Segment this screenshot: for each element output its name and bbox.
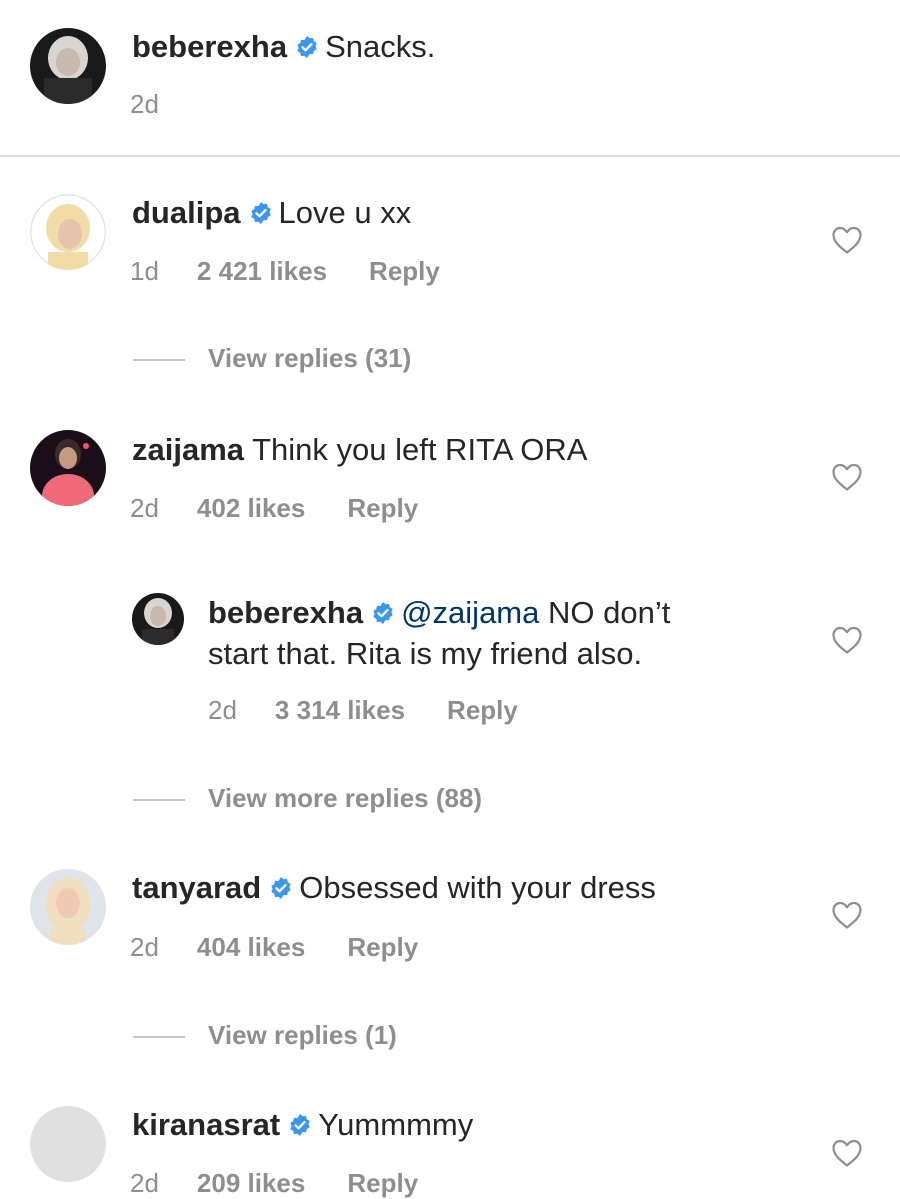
- username[interactable]: kiranasrat: [132, 1107, 280, 1142]
- timestamp: 2d: [130, 493, 159, 523]
- comment-text: Love u xx: [278, 195, 412, 230]
- post-caption: beberexha Snacks. 2d: [0, 0, 900, 157]
- likes-count[interactable]: 209 likes: [197, 1168, 305, 1198]
- avatar[interactable]: [30, 430, 106, 506]
- view-replies-button[interactable]: View replies (1): [133, 1020, 397, 1050]
- reply-button[interactable]: Reply: [347, 493, 418, 523]
- like-heart-icon[interactable]: [831, 625, 863, 655]
- like-heart-icon[interactable]: [831, 900, 863, 930]
- like-heart-icon[interactable]: [831, 1138, 863, 1168]
- username[interactable]: zaijama: [132, 432, 244, 467]
- likes-count[interactable]: 2 421 likes: [197, 256, 327, 286]
- view-replies-label: View replies (1): [208, 1020, 397, 1050]
- reply-divider-line: [133, 799, 185, 802]
- timestamp: 2d: [130, 89, 159, 119]
- verified-badge-icon: [371, 601, 395, 625]
- username[interactable]: dualipa: [132, 195, 241, 230]
- mention-link[interactable]: @zaijama: [401, 595, 539, 630]
- username[interactable]: beberexha: [132, 29, 287, 64]
- comment-text: Obsessed with your dress: [299, 870, 656, 905]
- avatar[interactable]: [30, 1106, 106, 1182]
- timestamp: 1d: [130, 256, 159, 286]
- likes-count[interactable]: 402 likes: [197, 493, 305, 523]
- verified-badge-icon: [269, 876, 293, 900]
- timestamp: 2d: [208, 695, 237, 725]
- comment-text: Think you left RITA ORA: [252, 432, 588, 467]
- reply-button[interactable]: Reply: [347, 932, 418, 962]
- like-heart-icon[interactable]: [831, 225, 863, 255]
- reply-button[interactable]: Reply: [369, 256, 440, 286]
- likes-count[interactable]: 404 likes: [197, 932, 305, 962]
- caption-text: Snacks.: [325, 29, 436, 64]
- comment-text-line1: NO don’t: [548, 595, 671, 630]
- reply-divider-line: [133, 359, 185, 362]
- timestamp: 2d: [130, 932, 159, 962]
- timestamp: 2d: [130, 1168, 159, 1198]
- verified-badge-icon: [295, 35, 319, 59]
- reply-button[interactable]: Reply: [347, 1168, 418, 1198]
- avatar[interactable]: [30, 194, 106, 270]
- avatar[interactable]: [30, 869, 106, 945]
- comment-text: Yummmmy: [318, 1107, 474, 1142]
- reply-button[interactable]: Reply: [447, 695, 518, 725]
- view-more-replies-button[interactable]: View more replies (88): [133, 783, 482, 813]
- view-replies-label: View more replies (88): [208, 783, 483, 813]
- verified-badge-icon: [249, 201, 273, 225]
- like-heart-icon[interactable]: [831, 462, 863, 492]
- username[interactable]: tanyarad: [132, 870, 261, 905]
- likes-count[interactable]: 3 314 likes: [275, 695, 405, 725]
- reply-divider-line: [133, 1036, 185, 1039]
- avatar[interactable]: [132, 593, 184, 645]
- view-replies-label: View replies (31): [208, 343, 412, 373]
- username[interactable]: beberexha: [208, 595, 363, 630]
- avatar[interactable]: [30, 28, 106, 104]
- view-replies-button[interactable]: View replies (31): [133, 343, 411, 373]
- comment-text-line2: start that. Rita is my friend also.: [208, 636, 643, 671]
- verified-badge-icon: [288, 1113, 312, 1137]
